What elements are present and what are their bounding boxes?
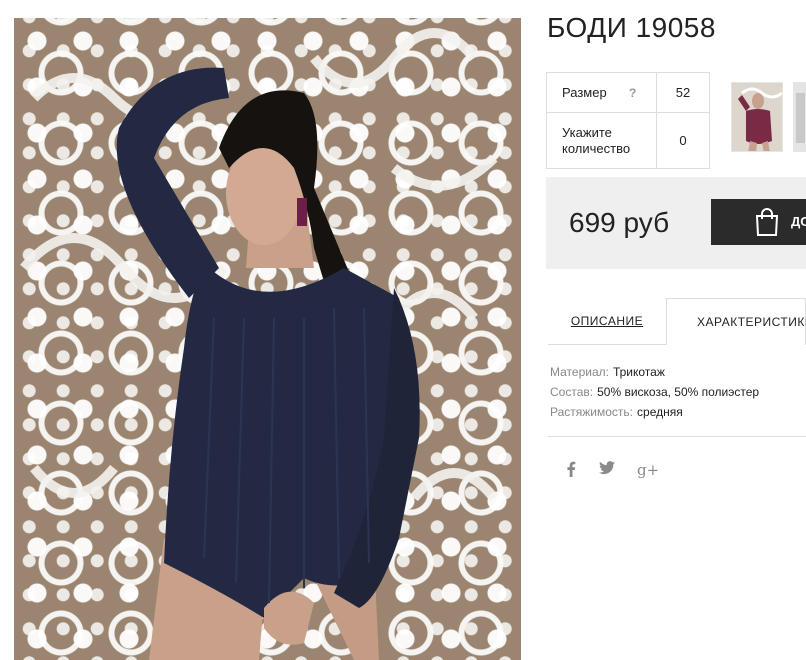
divider (548, 436, 806, 437)
spec-value: 50% вискоза, 50% полиэстер (597, 385, 760, 399)
facebook-icon[interactable] (566, 461, 576, 481)
spec-key: Материал: (550, 365, 609, 379)
product-tabs: ОПИСАНИЕ ХАРАКТЕРИСТИКИ (548, 298, 806, 345)
quantity-input[interactable]: 0 (656, 113, 709, 168)
add-to-cart-label: ДО (791, 214, 806, 229)
tab-characteristics[interactable]: ХАРАКТЕРИСТИКИ (666, 298, 806, 345)
size-help-icon[interactable]: ? (629, 86, 636, 100)
product-title: БОДИ 19058 (547, 12, 716, 43)
spec-key: Состав: (550, 385, 594, 399)
product-image[interactable] (14, 18, 521, 660)
quantity-label: Укажите количество (562, 125, 631, 156)
size-label: Размер (562, 85, 607, 100)
quantity-row: Укажите количество 0 (547, 113, 709, 168)
tab-characteristics-label: ХАРАКТЕРИСТИКИ (697, 315, 806, 329)
size-row: Размер ? 52 (547, 73, 709, 113)
tab-description[interactable]: ОПИСАНИЕ (548, 298, 666, 345)
options-table: Размер ? 52 Укажите количество 0 (546, 72, 710, 169)
price: 699 руб (569, 207, 670, 238)
spec-material: Материал: Трикотаж (550, 362, 759, 382)
price-box: 699 руб ДО (546, 177, 806, 269)
thumbnail-burgundy[interactable] (731, 82, 783, 152)
twitter-icon[interactable] (599, 461, 615, 479)
spec-value: Трикотаж (612, 365, 665, 379)
model-illustration (20, 28, 498, 660)
spec-value: средняя (637, 405, 683, 419)
spec-key: Растяжимость: (550, 405, 634, 419)
spec-stretch: Растяжимость: средняя (550, 402, 759, 422)
size-value[interactable]: 52 (656, 73, 709, 112)
spec-composition: Состав: 50% вискоза, 50% полиэстер (550, 382, 759, 402)
characteristics-list: Материал: Трикотаж Состав: 50% вискоза, 50… (550, 362, 759, 422)
thumbnail-image (732, 83, 782, 151)
shopping-bag-icon (755, 208, 779, 236)
tab-description-label: ОПИСАНИЕ (570, 314, 644, 328)
add-to-cart-button[interactable]: ДО (711, 199, 806, 245)
thumbnail-image (794, 83, 806, 151)
thumbnail-second[interactable] (793, 82, 806, 152)
google-plus-icon[interactable]: g+ (637, 461, 659, 479)
